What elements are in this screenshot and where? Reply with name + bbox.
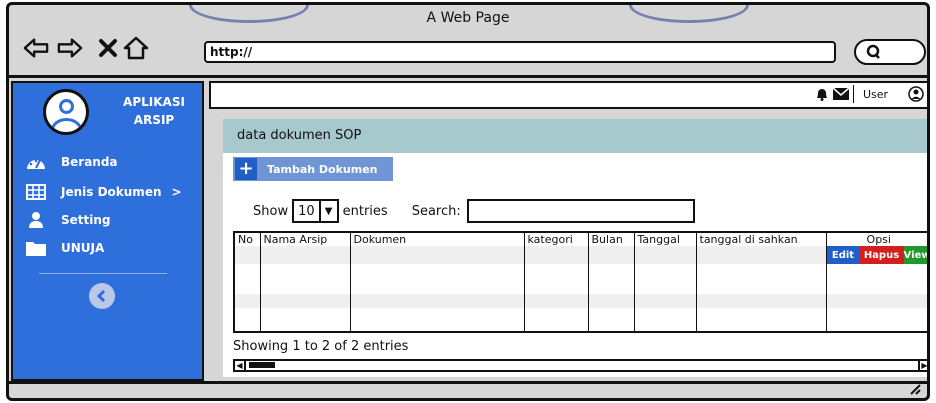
app-name: APLIKASI ARSIP — [108, 93, 200, 129]
scroll-right-icon[interactable]: ▶ — [918, 361, 927, 370]
view-button[interactable]: View — [903, 246, 927, 264]
page-topbar: User — [209, 81, 927, 109]
column-header[interactable]: tanggal di sahkan — [695, 232, 827, 246]
add-document-label: Tambah Dokumen — [267, 162, 378, 176]
avatar — [43, 89, 89, 135]
table-header-row: No Nama Arsip Dokumen kategori Bulan Tan… — [233, 232, 927, 246]
url-input[interactable]: http:// — [204, 41, 836, 63]
sidebar-item-beranda[interactable]: Beranda — [25, 151, 118, 173]
row-actions: Edit Hapus View — [825, 246, 927, 264]
page-title: data dokumen SOP — [223, 119, 927, 153]
search-label: Search: — [411, 203, 461, 219]
scrollbar-thumb[interactable] — [249, 362, 275, 368]
table-icon — [25, 183, 47, 201]
sidebar-item-label: Beranda — [61, 155, 118, 169]
column-header[interactable]: Bulan — [587, 232, 635, 246]
app-name-line2: ARSIP — [133, 113, 175, 127]
table-row — [233, 308, 927, 332]
back-arrow-icon[interactable] — [23, 35, 49, 61]
user-icon — [25, 211, 47, 229]
dashboard-icon — [25, 153, 47, 171]
table-controls: Show 10 ▼ entries Search: — [253, 199, 695, 223]
plus-icon: + — [235, 158, 257, 180]
folder-icon — [25, 239, 47, 257]
table-row — [233, 294, 927, 308]
scroll-left-icon[interactable]: ◀ — [235, 361, 246, 370]
column-header[interactable]: kategori — [523, 232, 589, 246]
status-divider — [9, 381, 927, 384]
browser-search-field[interactable] — [854, 39, 926, 65]
resize-grip-icon[interactable] — [907, 380, 921, 395]
browser-navbar: http:// — [9, 31, 927, 73]
column-header[interactable]: Opsi — [825, 232, 927, 246]
chevron-right-icon: > — [171, 185, 182, 199]
sidebar-item-setting[interactable]: Setting — [25, 209, 111, 231]
chevron-down-icon: ▼ — [318, 201, 337, 221]
sidebar-item-label: Setting — [61, 213, 111, 227]
sidebar-item-unuja[interactable]: UNUJA — [25, 237, 104, 259]
delete-button[interactable]: Hapus — [859, 246, 904, 264]
table-row: Edit Hapus View — [233, 246, 927, 264]
app-name-line1: APLIKASI — [123, 95, 185, 109]
show-label: Show — [253, 203, 289, 219]
sidebar-divider — [39, 273, 167, 274]
entries-label: entries — [342, 203, 388, 219]
browser-window: A Web Page http:// APLIKASI ARSIP Berand… — [6, 2, 930, 401]
user-avatar-icon[interactable] — [908, 86, 924, 105]
window-title: A Web Page — [426, 10, 510, 26]
close-icon[interactable] — [95, 35, 121, 61]
mail-icon[interactable] — [832, 87, 850, 104]
column-header[interactable]: Nama Arsip — [259, 232, 351, 246]
column-header[interactable]: No — [233, 232, 261, 246]
bell-icon[interactable] — [815, 87, 829, 104]
content-panel: data dokumen SOP + Tambah Dokumen Show 1… — [223, 119, 927, 377]
column-header[interactable]: Tanggal — [633, 232, 697, 246]
chevron-left-circle-icon[interactable] — [89, 283, 115, 309]
sidebar-item-label: UNUJA — [61, 241, 105, 255]
table-row — [233, 264, 927, 294]
sidebar-item-jenis-dokumen[interactable]: Jenis Dokumen > — [25, 181, 182, 203]
table-info: Showing 1 to 2 of 2 entries — [233, 339, 409, 354]
edit-button[interactable]: Edit — [827, 246, 860, 264]
sidebar-item-label: Jenis Dokumen — [61, 185, 162, 199]
home-icon[interactable] — [123, 35, 149, 61]
add-document-button[interactable]: + Tambah Dokumen — [233, 157, 393, 181]
sidebar: APLIKASI ARSIP Beranda Jenis Dokumen > S… — [11, 81, 204, 381]
entries-value: 10 — [298, 203, 315, 219]
horizontal-scrollbar[interactable]: ◀ ▶ — [233, 359, 927, 372]
topbar-divider — [853, 85, 854, 103]
search-input[interactable] — [466, 199, 695, 223]
forward-arrow-icon[interactable] — [57, 35, 83, 61]
documents-table: No Nama Arsip Dokumen kategori Bulan Tan… — [233, 231, 927, 333]
chrome-divider — [9, 75, 927, 78]
column-header[interactable]: Dokumen — [349, 232, 525, 246]
entries-select[interactable]: 10 ▼ — [292, 199, 339, 223]
search-icon — [866, 44, 882, 60]
user-label[interactable]: User — [863, 88, 888, 101]
